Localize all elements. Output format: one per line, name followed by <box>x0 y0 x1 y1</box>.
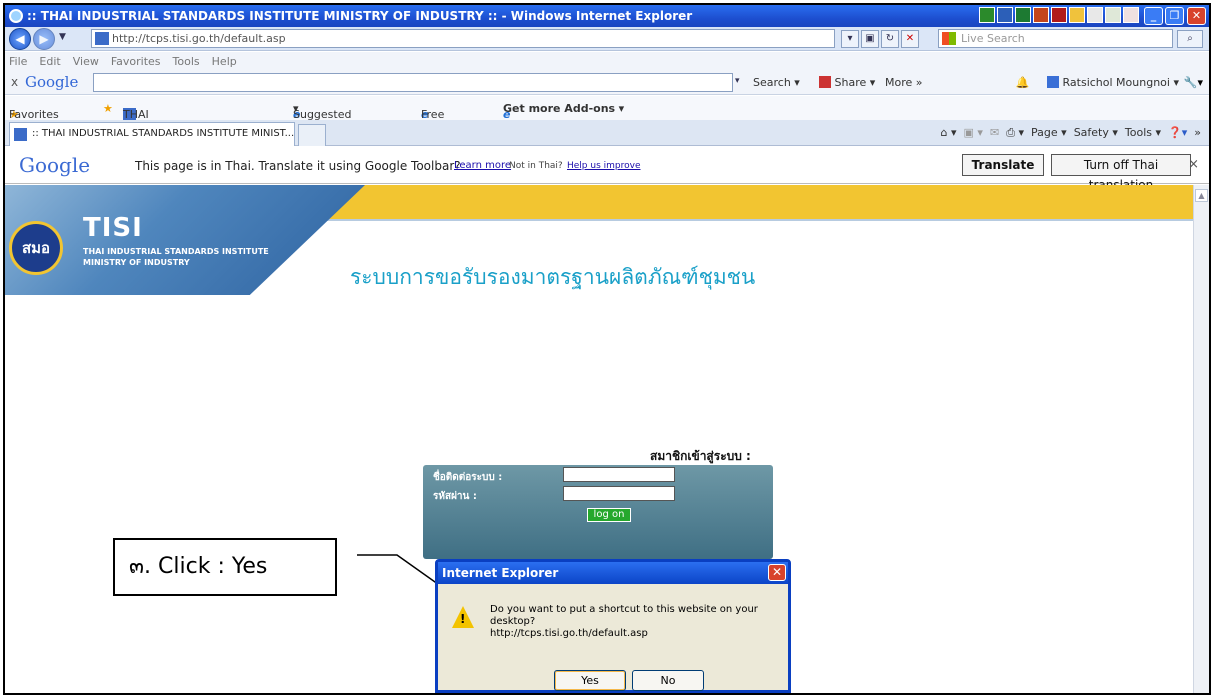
dialog-url: http://tcps.tisi.go.th/default.asp <box>490 628 648 639</box>
warning-mark: ! <box>460 612 466 626</box>
browser-window: :: THAI INDUSTRIAL STANDARDS INSTITUTE M… <box>3 3 1211 695</box>
dialog-title: Internet Explorer <box>438 562 788 584</box>
dialog-close-button[interactable]: ✕ <box>768 564 786 581</box>
ie-shortcut-dialog: Internet Explorer ✕ ! Do you want to put… <box>435 559 791 693</box>
yes-button[interactable]: Yes <box>554 670 626 691</box>
dialog-question: Do you want to put a shortcut to this we… <box>490 604 758 627</box>
dialog-message: Do you want to put a shortcut to this we… <box>490 604 788 640</box>
no-button[interactable]: No <box>632 670 704 691</box>
